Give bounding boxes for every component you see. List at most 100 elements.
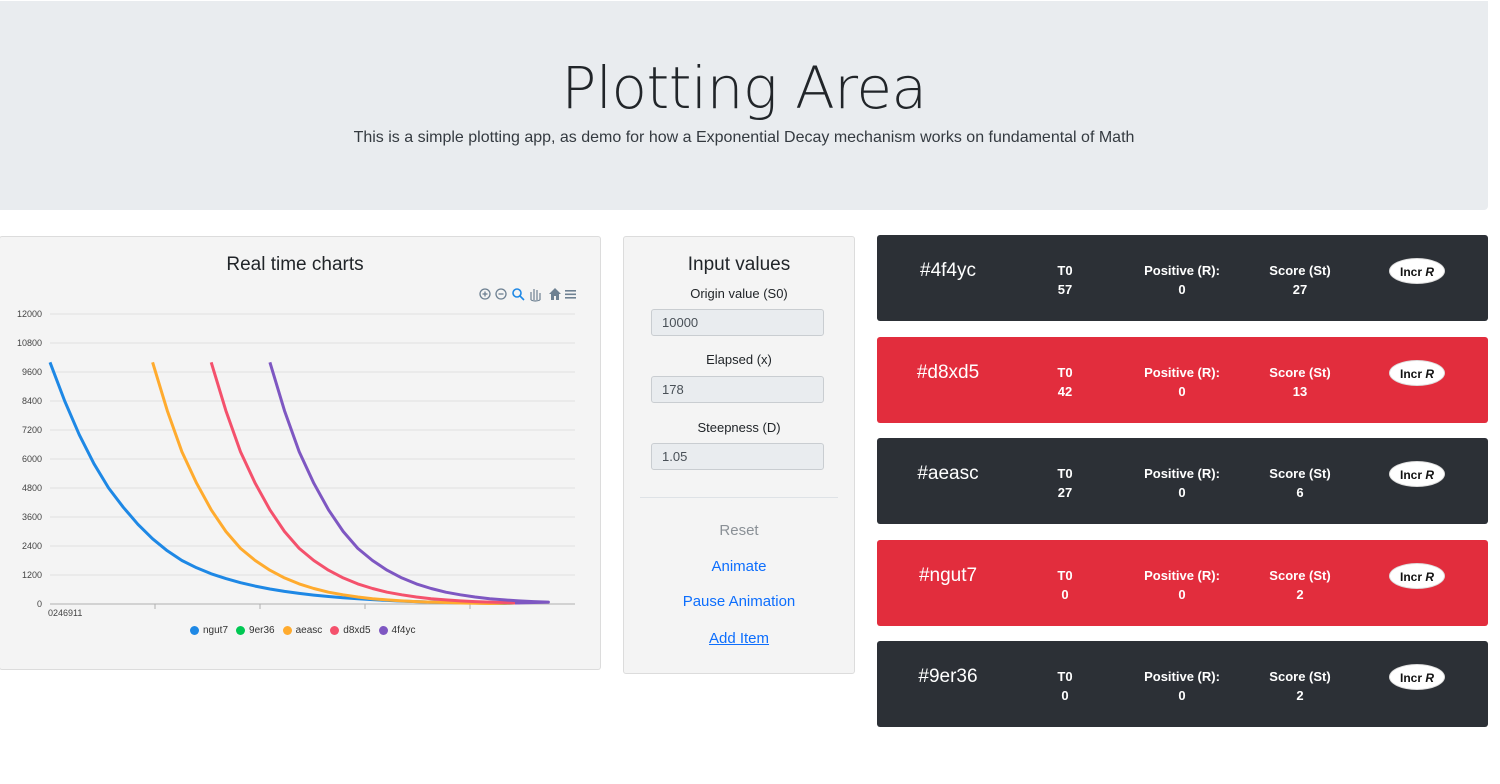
positive-stat: Positive (R): 0: [1132, 261, 1232, 299]
incr-label: Incr: [1399, 671, 1422, 685]
item-card: #aeasc T0 27 Positive (R): 0 Score (St) 6 Incr …: [877, 438, 1488, 524]
incr-r-button[interactable]: Incr R: [1389, 258, 1445, 284]
legend-label: aeasc: [295, 625, 323, 636]
positive-value: 0: [1178, 384, 1186, 399]
legend-item-ngut7[interactable]: ngut7: [190, 625, 228, 636]
legend-item-d8xd5[interactable]: d8xd5: [330, 625, 371, 636]
score-stat: Score (St) 13: [1250, 363, 1350, 401]
y-tick-label: 10800: [17, 338, 42, 348]
legend-dot: [378, 626, 388, 635]
positive-stat: Positive (R): 0: [1132, 566, 1232, 604]
t0-value: 57: [1057, 282, 1073, 297]
legend-item-4f4yc[interactable]: 4f4yc: [378, 625, 416, 636]
steepness-input[interactable]: [651, 443, 824, 470]
incr-var: R: [1425, 367, 1435, 381]
incr-var: R: [1425, 468, 1435, 482]
item-card: #ngut7 T0 0 Positive (R): 0 Score (St) 2 Incr R: [877, 540, 1488, 626]
score-stat: Score (St) 2: [1250, 667, 1350, 705]
legend-item-aeasc[interactable]: aeasc: [282, 625, 323, 636]
series-line-aeasc: [151, 361, 516, 605]
t0-label: T0: [1057, 365, 1073, 380]
positive-stat: Positive (R): 0: [1132, 667, 1232, 705]
input-card: Input values Origin value (S0) Elapsed (…: [623, 236, 855, 674]
incr-r-button[interactable]: Incr R: [1389, 461, 1445, 487]
y-tick-label: 3600: [22, 512, 42, 522]
chart-card: Real time charts 0 1200 2400 3600 4800 6000 72…: [0, 236, 601, 670]
positive-label: Positive (R):: [1144, 263, 1220, 278]
positive-value: 0: [1178, 485, 1186, 500]
score-value: 2: [1296, 688, 1304, 703]
positive-value: 0: [1178, 688, 1186, 703]
incr-r-button[interactable]: Incr R: [1389, 664, 1445, 690]
y-tick-label: 0: [37, 599, 42, 609]
positive-label: Positive (R):: [1144, 365, 1220, 380]
series-line-4f4yc: [268, 361, 550, 605]
score-stat: Score (St) 27: [1250, 261, 1350, 299]
y-tick-label: 8400: [22, 396, 42, 406]
t0-stat: T0 42: [1035, 363, 1095, 401]
score-stat: Score (St) 2: [1250, 566, 1350, 604]
positive-label: Positive (R):: [1144, 466, 1220, 481]
positive-value: 0: [1178, 282, 1186, 297]
elapsed-input[interactable]: [651, 376, 824, 403]
score-stat: Score (St) 6: [1250, 464, 1350, 502]
y-tick-label: 7200: [22, 425, 42, 435]
t0-value: 0: [1061, 688, 1069, 703]
score-value: 13: [1292, 384, 1308, 399]
t0-value: 0: [1061, 587, 1069, 602]
y-tick-label: 6000: [22, 454, 42, 464]
series-line-d8xd5: [209, 361, 521, 605]
legend-label: 9er36: [249, 625, 275, 636]
pause-animation-button[interactable]: Pause Animation: [624, 593, 854, 610]
divider: [640, 497, 838, 498]
t0-label: T0: [1057, 669, 1073, 684]
t0-stat: T0 0: [1035, 667, 1095, 705]
legend-dot: [236, 626, 246, 635]
item-card: #d8xd5 T0 42 Positive (R): 0 Score (St) 13 Incr…: [877, 337, 1488, 423]
legend-label: 4f4yc: [391, 625, 416, 636]
incr-label: Incr: [1399, 265, 1422, 279]
t0-label: T0: [1057, 466, 1073, 481]
positive-label: Positive (R):: [1144, 669, 1220, 684]
score-value: 27: [1292, 282, 1308, 297]
item-card: #4f4yc T0 57 Positive (R): 0 Score (St) 27 Incr…: [877, 235, 1488, 321]
steepness-label: Steepness (D): [697, 420, 781, 435]
y-tick-label: 12000: [17, 309, 42, 319]
positive-value: 0: [1178, 587, 1186, 602]
incr-label: Incr: [1399, 367, 1422, 381]
reset-button[interactable]: Reset: [624, 522, 854, 539]
incr-var: R: [1425, 570, 1435, 584]
origin-input[interactable]: [651, 309, 824, 336]
y-tick-label: 2400: [22, 541, 42, 551]
score-label: Score (St): [1269, 365, 1331, 380]
score-label: Score (St): [1269, 263, 1331, 278]
animate-button[interactable]: Animate: [624, 558, 854, 575]
positive-stat: Positive (R): 0: [1132, 464, 1232, 502]
score-label: Score (St): [1269, 466, 1331, 481]
incr-r-button[interactable]: Incr R: [1389, 563, 1445, 589]
t0-stat: T0 27: [1035, 464, 1095, 502]
score-value: 2: [1296, 587, 1304, 602]
score-value: 6: [1296, 485, 1304, 500]
incr-label: Incr: [1399, 468, 1422, 482]
item-id: #ngut7: [918, 565, 978, 586]
origin-label: Origin value (S0): [690, 286, 788, 301]
add-item-button[interactable]: Add Item: [624, 630, 854, 647]
chart-plot: 0 1200 2400 3600 4800 6000 7200 8400 9600 10800 12…: [17, 309, 575, 618]
t0-label: T0: [1057, 263, 1073, 278]
y-tick-label: 4800: [22, 483, 42, 493]
item-id: #4f4yc: [920, 260, 976, 281]
incr-label: Incr: [1399, 570, 1422, 584]
positive-label: Positive (R):: [1144, 568, 1220, 583]
legend-dot: [282, 626, 292, 635]
incr-r-button[interactable]: Incr R: [1389, 360, 1445, 386]
page-title: Plotting Area: [561, 54, 927, 122]
t0-value: 42: [1057, 384, 1073, 399]
y-tick-label: 1200: [22, 570, 42, 580]
score-label: Score (St): [1269, 568, 1331, 583]
legend-dot: [330, 626, 340, 635]
item-id: #9er36: [918, 666, 978, 687]
incr-var: R: [1425, 265, 1435, 279]
legend-item-9er36[interactable]: 9er36: [236, 625, 275, 636]
input-card-title: Input values: [687, 254, 791, 275]
